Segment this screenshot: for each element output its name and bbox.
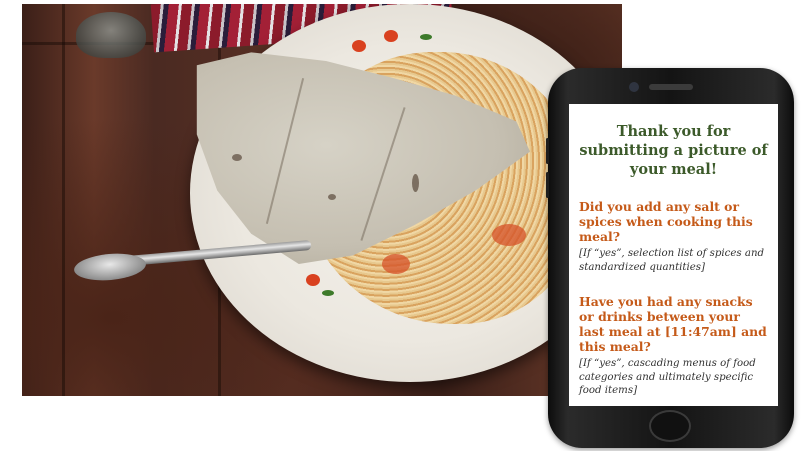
front-camera-icon (629, 82, 639, 92)
tortilla-char-spot (328, 194, 336, 200)
snacks-drinks-question[interactable]: Have you had any snacks or drinks betwee… (579, 294, 768, 354)
spoon-handle-end (73, 250, 147, 284)
salt-spices-note: [If “yes”, selection list of spices and … (579, 248, 765, 273)
plate-flower-decoration (352, 40, 366, 52)
plate-flower-decoration (384, 30, 398, 42)
tortilla-char-spot (412, 174, 419, 192)
volume-button (546, 172, 549, 198)
plate-leaf-decoration (322, 290, 334, 296)
screen-title: Thank you for submitting a picture of yo… (579, 123, 768, 178)
speaker-grille (649, 84, 693, 90)
tortilla-char-spot (232, 154, 242, 161)
home-button[interactable] (649, 410, 691, 442)
glass-cup (76, 12, 146, 58)
meal-photo (22, 4, 622, 396)
volume-button (546, 138, 549, 164)
plate-flower-decoration (306, 274, 320, 286)
salt-spices-question[interactable]: Did you add any salt or spices when cook… (579, 199, 768, 244)
table-plank-seam (62, 4, 65, 396)
sauce-spot (492, 224, 526, 246)
sauce-spot (382, 254, 410, 274)
smartphone: Thank you for submitting a picture of yo… (546, 68, 794, 448)
phone-screen: Thank you for submitting a picture of yo… (569, 104, 778, 406)
snacks-drinks-note: [If “yes”, cascading menus of food categ… (579, 358, 756, 396)
plate-leaf-decoration (420, 34, 432, 40)
